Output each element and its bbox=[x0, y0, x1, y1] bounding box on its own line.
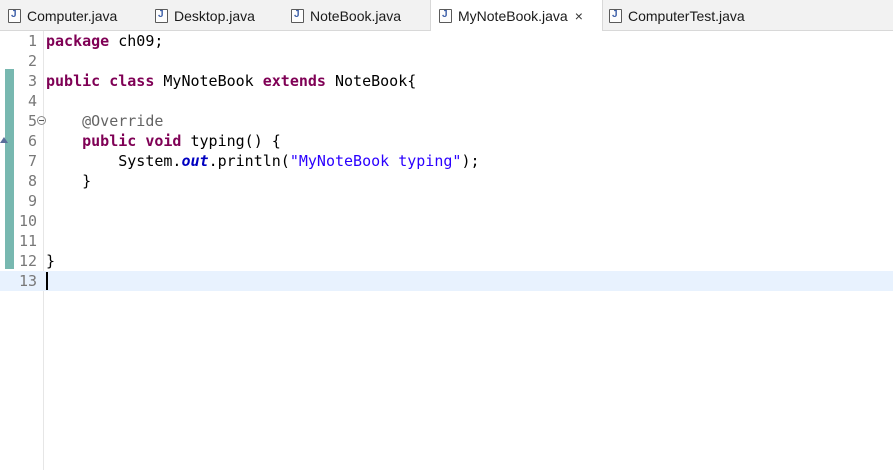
editor-tab-bar: Computer.java Desktop.java NoteBook.java… bbox=[0, 0, 893, 32]
code-lines: 1 package ch09; 2 3 public class MyNoteB… bbox=[0, 31, 893, 291]
tab-label: MyNoteBook.java bbox=[458, 8, 568, 24]
tab-label: NoteBook.java bbox=[310, 7, 402, 24]
java-file-icon bbox=[155, 8, 168, 23]
line-number: 5 bbox=[27, 112, 37, 130]
line-number: 2 bbox=[27, 52, 37, 70]
line-number: 6 bbox=[27, 132, 37, 150]
line-number: 7 bbox=[27, 152, 37, 170]
java-file-icon bbox=[291, 8, 304, 23]
tab-mynotebook-java[interactable]: MyNoteBook.java × bbox=[430, 0, 603, 32]
code-line[interactable]: 3 public class MyNoteBook extends NoteBo… bbox=[0, 71, 893, 91]
code-line[interactable]: 9 bbox=[0, 191, 893, 211]
code-line[interactable]: 1 package ch09; bbox=[0, 31, 893, 51]
tab-label: Desktop.java bbox=[174, 7, 255, 24]
fold-collapse-icon[interactable] bbox=[37, 116, 46, 125]
tab-label: ComputerTest.java bbox=[628, 7, 745, 24]
close-icon[interactable]: × bbox=[575, 9, 583, 23]
code-line[interactable]: 8 } bbox=[0, 171, 893, 191]
code-text: package ch09; bbox=[46, 32, 164, 50]
code-line[interactable]: 11 bbox=[0, 231, 893, 251]
tab-label: Computer.java bbox=[27, 7, 118, 24]
line-number: 11 bbox=[18, 232, 37, 250]
tab-desktop-java[interactable]: Desktop.java bbox=[155, 0, 255, 31]
code-line[interactable]: 12 } bbox=[0, 251, 893, 271]
code-line[interactable]: 10 bbox=[0, 211, 893, 231]
code-text: } bbox=[46, 172, 92, 190]
java-file-icon bbox=[609, 8, 622, 23]
tab-computer-java[interactable]: Computer.java bbox=[8, 0, 117, 31]
tab-notebook-java[interactable]: NoteBook.java bbox=[291, 0, 401, 31]
java-file-icon bbox=[439, 9, 452, 23]
line-number: 12 bbox=[18, 252, 37, 270]
code-text: } bbox=[46, 252, 56, 270]
code-text: System.out.println("MyNoteBook typing"); bbox=[46, 152, 480, 170]
line-number: 8 bbox=[27, 172, 37, 190]
line-number: 1 bbox=[27, 32, 37, 50]
line-number: 4 bbox=[27, 92, 37, 110]
code-line[interactable]: 4 bbox=[0, 91, 893, 111]
code-text: public class MyNoteBook extends NoteBook… bbox=[46, 72, 417, 90]
code-line[interactable]: 2 bbox=[0, 51, 893, 71]
line-number: 3 bbox=[27, 72, 37, 90]
code-line[interactable]: 5 @Override bbox=[0, 111, 893, 131]
line-number: 13 bbox=[18, 272, 37, 290]
line-number: 9 bbox=[27, 192, 37, 210]
code-text: public void typing() { bbox=[82, 132, 281, 150]
text-caret bbox=[46, 272, 48, 290]
java-file-icon bbox=[8, 8, 21, 23]
line-number: 10 bbox=[18, 212, 37, 230]
code-line-current[interactable]: 13 bbox=[0, 271, 893, 291]
override-marker-icon[interactable] bbox=[0, 137, 8, 143]
code-editor[interactable]: 1 package ch09; 2 3 public class MyNoteB… bbox=[0, 31, 893, 470]
code-text: @Override bbox=[82, 112, 164, 130]
tab-computertest-java[interactable]: ComputerTest.java bbox=[609, 0, 745, 31]
code-line[interactable]: 7 System.out.println("MyNoteBook typing"… bbox=[0, 151, 893, 171]
code-line[interactable]: 6 public void typing() { bbox=[0, 131, 893, 151]
